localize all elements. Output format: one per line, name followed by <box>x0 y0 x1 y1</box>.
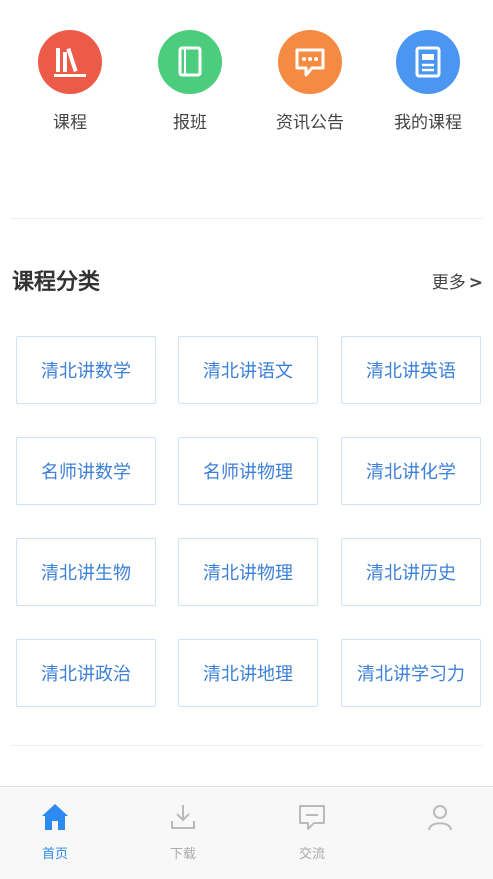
tab-community[interactable]: 交流 <box>277 795 347 862</box>
home-icon <box>20 795 90 839</box>
category-button[interactable]: 清北讲语文 <box>178 336 318 404</box>
section-title: 课程分类 <box>12 270 101 295</box>
tab-label: 首页 <box>41 847 68 862</box>
more-link[interactable]: 更多 > <box>432 268 483 293</box>
user-icon <box>405 795 475 839</box>
tab-label: 下载 <box>169 847 196 862</box>
shortcut-courses[interactable]: 课程 <box>20 30 120 133</box>
category-button[interactable]: 清北讲化学 <box>341 437 481 505</box>
category-button[interactable]: 清北讲数学 <box>16 336 156 404</box>
shortcut-label: 报班 <box>173 113 207 133</box>
shortcut-row: 课程 报班 资讯公告 我的课程 <box>0 30 493 170</box>
tab-label: 交流 <box>298 847 325 862</box>
category-button[interactable]: 名师讲物理 <box>178 437 318 505</box>
category-button[interactable]: 清北讲地理 <box>178 639 318 707</box>
category-button[interactable]: 清北讲物理 <box>178 538 318 606</box>
category-button[interactable]: 名师讲数学 <box>16 437 156 505</box>
chat-icon <box>277 795 347 839</box>
book-icon <box>158 30 222 94</box>
books-icon <box>38 30 102 94</box>
shortcut-label: 资讯公告 <box>276 113 344 133</box>
bottom-tab-bar: 首页 下载 交流 <box>0 786 493 879</box>
divider <box>10 745 483 746</box>
shortcut-label: 我的课程 <box>394 113 462 133</box>
shortcut-my-courses[interactable]: 我的课程 <box>378 30 478 133</box>
category-button[interactable]: 清北讲生物 <box>16 538 156 606</box>
tab-download[interactable]: 下载 <box>148 795 218 862</box>
chevron-right-icon: > <box>468 273 483 293</box>
document-icon <box>396 30 460 94</box>
category-button[interactable]: 清北讲历史 <box>341 538 481 606</box>
chat-bubble-icon <box>278 30 342 94</box>
tab-profile[interactable] <box>405 795 475 843</box>
more-label: 更多 <box>431 273 466 293</box>
category-button[interactable]: 清北讲英语 <box>341 336 481 404</box>
shortcut-news[interactable]: 资讯公告 <box>260 30 360 133</box>
divider <box>10 218 483 219</box>
shortcut-label: 课程 <box>53 113 87 133</box>
category-button[interactable]: 清北讲政治 <box>16 639 156 707</box>
tab-home[interactable]: 首页 <box>20 795 90 862</box>
category-button[interactable]: 清北讲学习力 <box>341 639 481 707</box>
download-icon <box>148 795 218 839</box>
shortcut-enroll[interactable]: 报班 <box>140 30 240 133</box>
